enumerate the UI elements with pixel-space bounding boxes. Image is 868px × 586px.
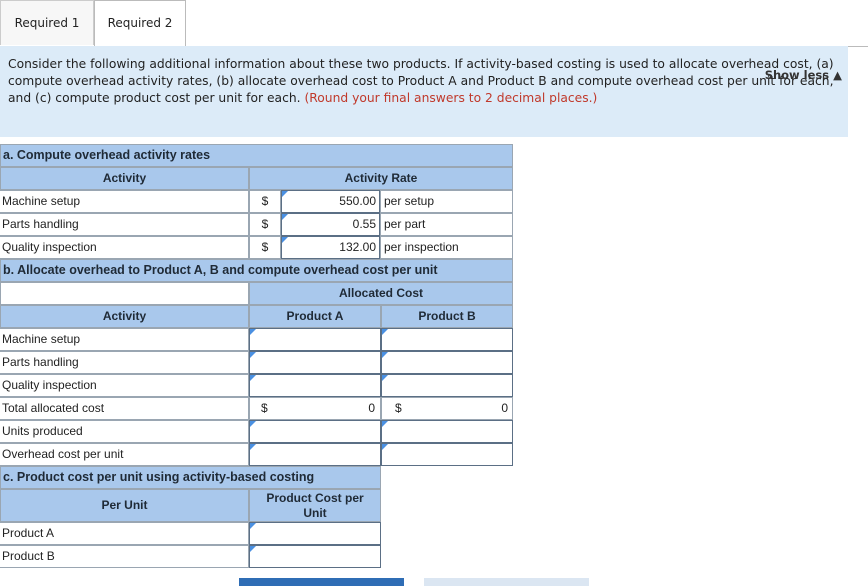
product-b-overhead-per-unit-input[interactable] <box>381 443 513 466</box>
product-a-parts-handling-input[interactable] <box>249 351 381 374</box>
currency-sign: $ <box>249 236 281 259</box>
product-a-units-input[interactable] <box>249 420 381 443</box>
currency-sign: $ <box>249 190 281 213</box>
product-b-quality-inspection-input[interactable] <box>381 374 513 397</box>
instructions-panel: Consider the following additional inform… <box>0 46 848 137</box>
product-a-header: Product A <box>249 305 381 328</box>
rate-row-label: Machine setup <box>0 190 249 213</box>
rate-input-machine-setup[interactable]: 550.00 <box>281 190 380 213</box>
total-b-value: 0 <box>501 401 508 415</box>
allocated-cost-header: Allocated Cost <box>249 282 513 305</box>
product-a-quality-inspection-input[interactable] <box>249 374 381 397</box>
allocation-row-label: Parts handling <box>0 351 249 374</box>
overhead-per-unit-label: Overhead cost per unit <box>0 443 249 466</box>
section-a-title: a. Compute overhead activity rates <box>0 144 513 167</box>
rate-row-label: Parts handling <box>0 213 249 236</box>
currency-sign: $ <box>249 213 281 236</box>
product-row-label: Product B <box>0 545 249 568</box>
rate-row-label: Quality inspection <box>0 236 249 259</box>
rate-unit: per setup <box>380 190 513 213</box>
total-a-cell: $ 0 <box>249 397 381 420</box>
show-less-label: Show less <box>764 68 830 82</box>
total-a-value: 0 <box>368 401 375 415</box>
product-cost-per-unit-header: Product Cost per Unit <box>249 489 381 522</box>
rate-input-parts-handling[interactable]: 0.55 <box>281 213 380 236</box>
section-b-title: b. Allocate overhead to Product A, B and… <box>0 259 513 282</box>
product-a-overhead-per-unit-input[interactable] <box>249 443 381 466</box>
next-button[interactable] <box>424 578 589 586</box>
rounding-note: (Round your final answers to 2 decimal p… <box>304 91 598 105</box>
section-b-corner <box>0 282 249 305</box>
product-b-header: Product B <box>381 305 513 328</box>
section-a-activity-header: Activity <box>0 167 249 190</box>
rate-unit: per inspection <box>380 236 513 259</box>
tab-required-1[interactable]: Required 1 <box>0 0 94 45</box>
section-c-title: c. Product cost per unit using activity-… <box>0 466 381 489</box>
rate-input-quality-inspection[interactable]: 132.00 <box>281 236 380 259</box>
allocation-row-label: Machine setup <box>0 328 249 351</box>
product-a-cost-per-unit-input[interactable] <box>249 522 381 545</box>
rate-unit: per part <box>380 213 513 236</box>
currency-sign: $ <box>395 401 402 415</box>
total-b-cell: $ 0 <box>381 397 513 420</box>
units-produced-label: Units produced <box>0 420 249 443</box>
per-unit-header: Per Unit <box>0 489 249 522</box>
tab-required-2[interactable]: Required 2 <box>94 0 186 47</box>
product-a-machine-setup-input[interactable] <box>249 328 381 351</box>
tab-bar: Required 1 Required 2 <box>0 0 868 47</box>
section-a-rate-header: Activity Rate <box>249 167 513 190</box>
product-b-units-input[interactable] <box>381 420 513 443</box>
section-b-activity-header: Activity <box>0 305 249 328</box>
product-b-cost-per-unit-input[interactable] <box>249 545 381 568</box>
product-b-machine-setup-input[interactable] <box>381 328 513 351</box>
show-less-toggle[interactable]: Show less ▲ <box>765 68 842 82</box>
allocation-row-label: Quality inspection <box>0 374 249 397</box>
previous-button[interactable] <box>239 578 404 586</box>
currency-sign: $ <box>261 401 268 415</box>
product-b-parts-handling-input[interactable] <box>381 351 513 374</box>
triangle-up-icon: ▲ <box>833 68 842 82</box>
total-allocated-label: Total allocated cost <box>0 397 249 420</box>
product-row-label: Product A <box>0 522 249 545</box>
